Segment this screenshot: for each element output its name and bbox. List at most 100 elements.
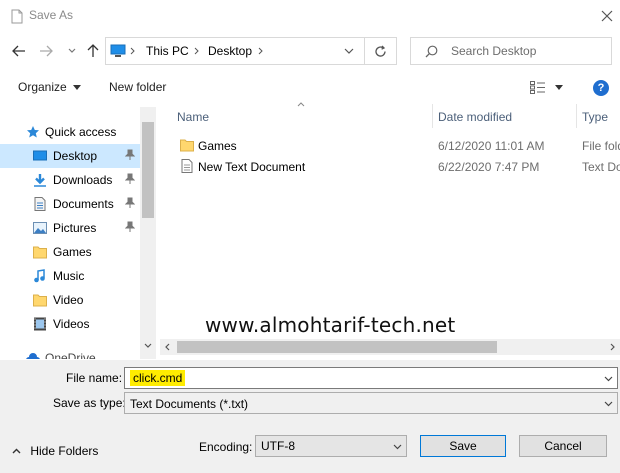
address-bar[interactable]: This PC Desktop [105,37,365,65]
help-button[interactable]: ? [593,80,609,96]
organize-label: Organize [18,80,67,94]
back-button[interactable] [10,42,28,60]
save-as-type-label: Save as type: [53,396,126,410]
nav-item-video[interactable]: Video [0,288,140,312]
arrow-right-icon [40,45,53,57]
title-bar [0,0,620,32]
encoding-select[interactable]: UTF-8 [255,435,407,457]
nav-label: Downloads [53,173,113,187]
cancel-button[interactable]: Cancel [519,435,607,457]
nav-label: Desktop [53,149,98,163]
arrow-left-icon [12,45,25,57]
window-title: Save As [29,8,74,22]
folder-icon [180,139,194,152]
up-button[interactable] [84,42,102,60]
file-name: Games [198,139,237,153]
desktop-icon [33,150,47,161]
nav-label: Games [53,245,92,259]
search-placeholder: Search Desktop [451,44,537,58]
scroll-down-icon[interactable] [144,343,152,349]
column-header-type[interactable]: Type [582,110,608,124]
folder-icon [33,246,47,259]
file-date: 6/22/2020 7:47 PM [438,160,540,174]
hide-folders-button[interactable]: Hide Folders [12,443,98,458]
nav-label: Documents [53,197,114,211]
text-file-icon [181,159,193,173]
details-view-icon [530,81,545,94]
cloud-icon [26,353,40,359]
column-header-name[interactable]: Name [177,110,209,124]
column-divider[interactable] [432,104,433,128]
this-pc-icon [110,44,126,57]
nav-pane-scroll-thumb[interactable] [142,122,154,218]
nav-item-games[interactable]: Games [0,240,140,264]
address-dropdown-icon[interactable] [344,48,354,54]
close-icon [601,10,613,22]
refresh-button[interactable] [365,37,397,65]
column-divider[interactable] [576,104,577,128]
document-icon [34,197,46,211]
download-icon [34,174,46,187]
nav-label: Videos [53,317,90,331]
file-name-label: File name: [66,371,123,385]
save-as-type-select[interactable]: Text Documents (*.txt) [124,392,618,414]
nav-item-downloads[interactable]: Downloads [0,168,140,192]
file-type: Text Doc [582,160,620,174]
forward-button[interactable] [37,42,55,60]
scroll-right-icon[interactable] [610,343,616,351]
nav-item-music[interactable]: Music [0,264,140,288]
chevron-down-icon[interactable] [604,376,613,382]
watermark-text: www.almohtarif-tech.net [205,313,456,337]
pin-icon[interactable] [125,197,135,209]
nav-item-desktop[interactable]: Desktop [0,144,140,168]
file-type: File fold [582,139,620,153]
nav-item-documents[interactable]: Documents [0,192,140,216]
hide-folders-label: Hide Folders [30,443,99,458]
chevron-up-icon [12,448,21,454]
file-name: New Text Document [198,160,306,174]
file-list-scroll-thumb[interactable] [177,341,497,353]
chevron-down-icon [393,444,402,450]
breadcrumb-this-pc[interactable]: This PC [146,44,189,58]
pin-icon[interactable] [125,173,135,185]
encoding-label: Encoding: [199,440,253,454]
file-name-value: click.cmd [130,370,186,386]
nav-item-onedrive[interactable]: OneDrive [0,346,140,359]
file-name-input[interactable]: click.cmd [124,367,618,389]
new-folder-button[interactable]: New folder [109,80,166,94]
nav-label: Music [53,269,85,283]
nav-label: OneDrive [45,351,96,359]
file-date: 6/12/2020 11:01 AM [438,139,545,153]
scroll-left-icon[interactable] [164,343,170,351]
video-icon [34,317,46,331]
pin-icon[interactable] [125,221,135,233]
chevron-down-icon [604,401,613,407]
file-row[interactable]: Games 6/12/2020 11:01 AM File fold [176,136,620,156]
save-as-icon [11,9,23,24]
search-box[interactable]: Search Desktop [410,37,612,65]
chevron-down-icon [68,48,76,53]
caret-down-icon [73,85,82,91]
nav-label: Pictures [53,221,97,235]
close-button[interactable] [594,4,620,28]
toolbar [0,72,620,102]
chevron-right-icon [258,47,263,55]
file-row[interactable]: New Text Document 6/22/2020 7:47 PM Text… [176,157,620,177]
nav-item-quick-access[interactable]: Quick access [0,120,140,144]
chevron-right-icon [194,47,199,55]
nav-item-pictures[interactable]: Pictures [0,216,140,240]
picture-icon [33,222,47,234]
recent-locations-button[interactable] [63,42,81,60]
breadcrumb-desktop[interactable]: Desktop [208,44,252,58]
star-icon [27,126,39,138]
pin-icon[interactable] [125,149,135,161]
arrow-up-icon [87,44,99,57]
folder-icon [33,294,47,307]
save-button[interactable]: Save [420,435,506,457]
organize-button[interactable]: Organize [18,80,82,94]
sort-ascending-icon [297,102,305,107]
refresh-icon [375,45,386,57]
view-options-button[interactable] [530,80,566,96]
nav-item-videos[interactable]: Videos [0,312,140,336]
column-header-date[interactable]: Date modified [438,110,512,124]
